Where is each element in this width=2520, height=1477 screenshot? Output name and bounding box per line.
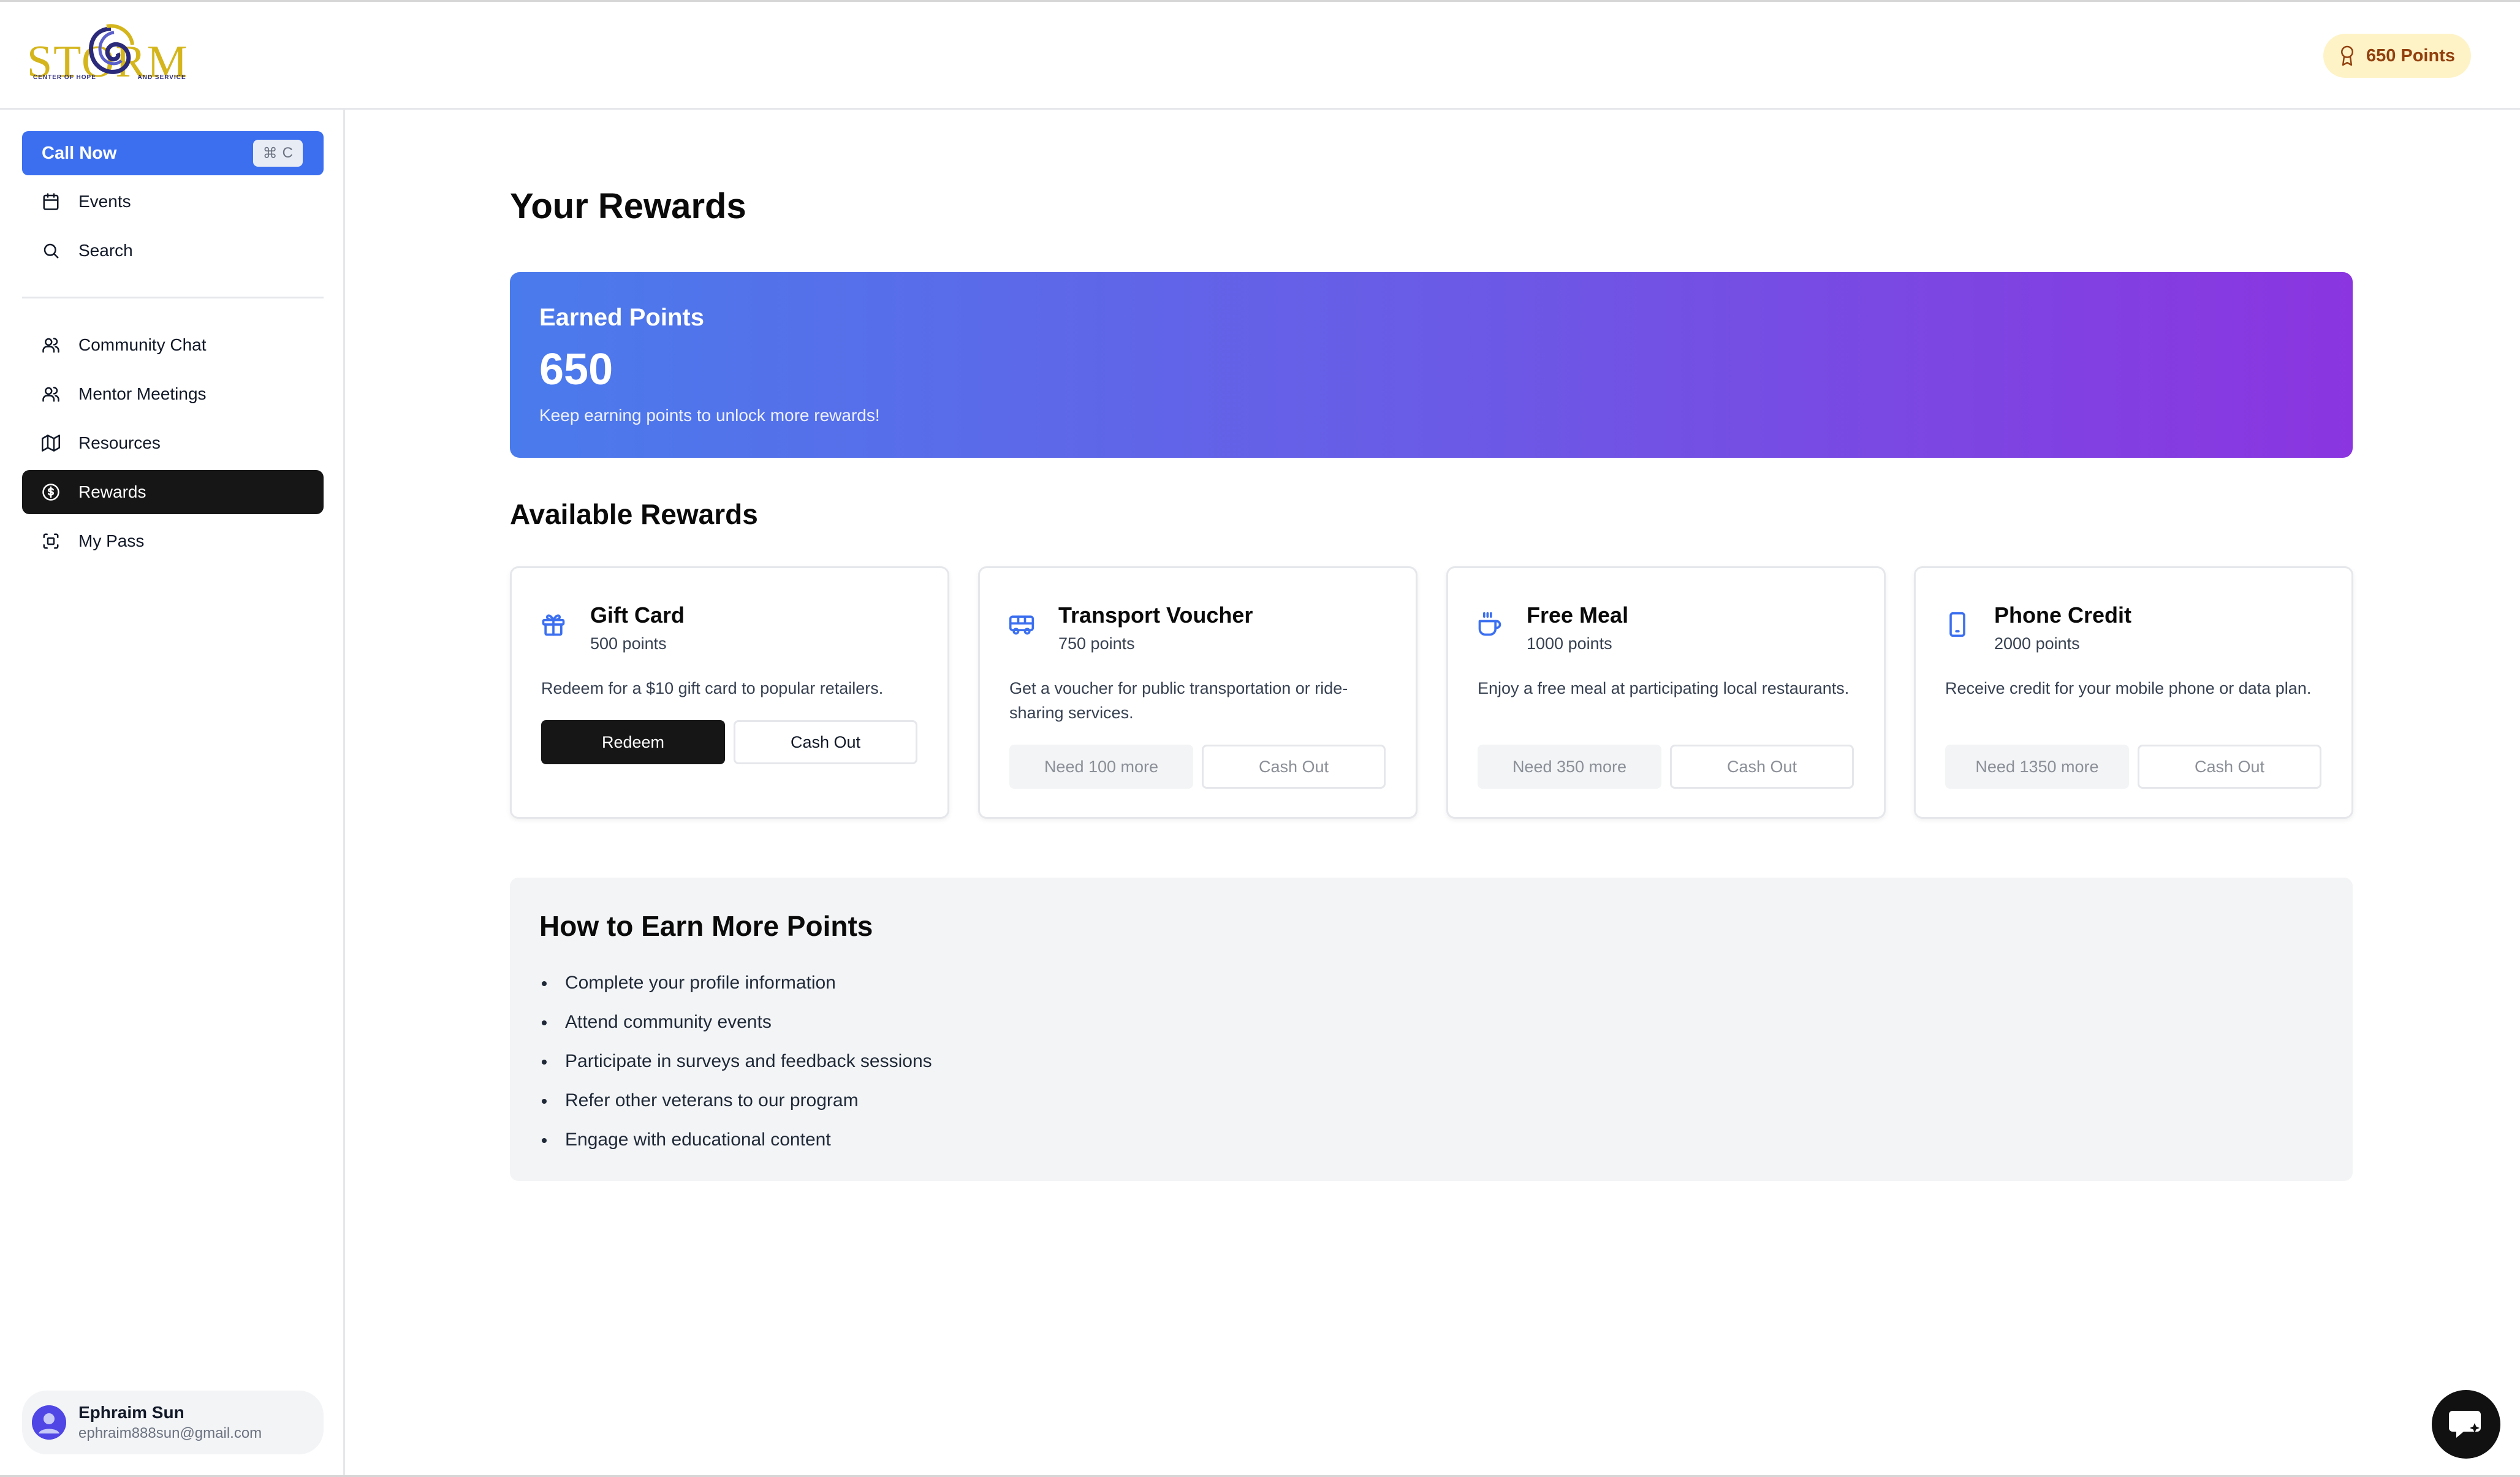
coffee-icon xyxy=(1478,612,1501,636)
award-icon xyxy=(2340,45,2353,66)
sidebar-item-resources[interactable]: Resources xyxy=(22,421,324,465)
map-icon xyxy=(42,435,60,452)
cash-out-button[interactable]: Cash Out xyxy=(1670,745,1854,789)
reward-points: 2000 points xyxy=(1994,634,2080,653)
reward-title: Transport Voucher xyxy=(1058,602,1253,628)
smartphone-icon xyxy=(1949,612,1965,637)
list-item: Attend community events xyxy=(539,1003,932,1042)
reward-card-phone-credit: Phone Credit 2000 points Receive credit … xyxy=(1914,566,2353,819)
reward-description: Receive credit for your mobile phone or … xyxy=(1945,679,2312,697)
calendar-icon xyxy=(43,193,59,210)
reward-points: 750 points xyxy=(1058,634,1135,653)
sidebar-item-community-chat[interactable]: Community Chat xyxy=(22,323,324,367)
users-icon xyxy=(42,338,59,353)
earned-points-banner: Earned Points 650 Keep earning points to… xyxy=(510,272,2353,458)
reward-card-transport-voucher: Transport Voucher 750 points Get a vouch… xyxy=(978,566,1418,819)
chat-assistant-button[interactable] xyxy=(2432,1390,2500,1459)
sidebar-item-search[interactable]: Search xyxy=(22,229,324,273)
user-email: ephraim888sun@gmail.com xyxy=(78,1425,262,1441)
how-to-earn-list: Complete your profile information Attend… xyxy=(539,963,932,1160)
reward-title: Phone Credit xyxy=(1994,602,2132,628)
search-icon xyxy=(44,243,59,259)
reward-description: Enjoy a free meal at participating local… xyxy=(1478,679,1850,697)
redeem-button[interactable]: Redeem xyxy=(541,720,725,764)
page-title: Your Rewards xyxy=(510,186,746,226)
sidebar-item-events[interactable]: Events xyxy=(22,180,324,224)
reward-card-free-meal: Free Meal 1000 points Enjoy a free meal … xyxy=(1446,566,1886,819)
how-to-earn-title: How to Earn More Points xyxy=(539,910,873,942)
sidebar: Call Now ⌘ C Events Search Community Cha… xyxy=(0,110,345,1477)
sidebar-item-label: Search xyxy=(78,241,133,260)
need-more-button[interactable]: Need 350 more xyxy=(1478,745,1661,789)
available-rewards-title: Available Rewards xyxy=(510,498,758,530)
list-item: Complete your profile information xyxy=(539,963,932,1003)
sidebar-item-my-pass[interactable]: My Pass xyxy=(22,519,324,563)
need-more-button[interactable]: Need 100 more xyxy=(1009,745,1193,789)
chat-sparkle-icon xyxy=(2449,1411,2481,1438)
reward-card-gift-card: Gift Card 500 points Redeem for a $10 gi… xyxy=(510,566,949,819)
reward-points: 500 points xyxy=(590,634,667,653)
call-now-label: Call Now xyxy=(42,143,117,163)
earned-points-subtitle: Keep earning points to unlock more rewar… xyxy=(539,406,880,425)
bus-icon xyxy=(1009,615,1034,635)
reward-title: Gift Card xyxy=(590,602,685,628)
command-key-icon: ⌘ xyxy=(262,145,278,162)
reward-description: Redeem for a $10 gift card to popular re… xyxy=(541,679,884,697)
sidebar-item-label: Rewards xyxy=(78,482,146,501)
storm-logo[interactable]: STORM CENTER OF HOPE AND SERVICE xyxy=(27,24,217,91)
earned-points-value: 650 xyxy=(539,345,613,394)
sidebar-item-label: Mentor Meetings xyxy=(78,384,207,403)
sidebar-divider xyxy=(22,297,324,298)
user-avatar-icon xyxy=(32,1405,66,1440)
points-badge-label: 650 Points xyxy=(2366,45,2455,66)
users-icon xyxy=(42,387,59,402)
reward-points: 1000 points xyxy=(1527,634,1612,653)
top-header: STORM CENTER OF HOPE AND SERVICE 650 Poi… xyxy=(0,2,2520,110)
user-info: Ephraim Sun ephraim888sun@gmail.com xyxy=(78,1403,262,1442)
reward-description: Get a voucher for public transportation … xyxy=(1009,679,1348,722)
user-name: Ephraim Sun xyxy=(78,1403,184,1422)
cash-out-button[interactable]: Cash Out xyxy=(734,720,917,764)
sidebar-item-label: My Pass xyxy=(78,531,145,550)
dollar-circle-icon xyxy=(42,484,59,501)
scan-icon xyxy=(43,533,59,549)
points-badge[interactable]: 650 Points xyxy=(2323,34,2471,78)
sidebar-item-label: Resources xyxy=(78,433,161,452)
user-profile-card[interactable]: Ephraim Sun ephraim888sun@gmail.com xyxy=(22,1391,324,1454)
keyboard-shortcut: ⌘ C xyxy=(252,140,303,167)
sidebar-item-mentor-meetings[interactable]: Mentor Meetings xyxy=(22,372,324,416)
list-item: Engage with educational content xyxy=(539,1120,932,1160)
call-now-button[interactable]: Call Now ⌘ C xyxy=(22,131,324,175)
logo-tagline: CENTER OF HOPE AND SERVICE xyxy=(33,74,186,81)
list-item: Participate in surveys and feedback sess… xyxy=(539,1042,932,1081)
avatar xyxy=(32,1405,66,1440)
sidebar-item-rewards[interactable]: Rewards xyxy=(22,470,324,514)
earned-points-title: Earned Points xyxy=(539,304,704,331)
how-to-earn-panel: How to Earn More Points Complete your pr… xyxy=(510,878,2353,1181)
gift-icon xyxy=(542,614,565,636)
cash-out-button[interactable]: Cash Out xyxy=(2138,745,2321,789)
list-item: Refer other veterans to our program xyxy=(539,1081,932,1120)
sidebar-item-label: Community Chat xyxy=(78,335,207,354)
cash-out-button[interactable]: Cash Out xyxy=(1202,745,1386,789)
need-more-button[interactable]: Need 1350 more xyxy=(1945,745,2129,789)
sidebar-item-label: Events xyxy=(78,192,131,211)
reward-title: Free Meal xyxy=(1527,602,1629,628)
